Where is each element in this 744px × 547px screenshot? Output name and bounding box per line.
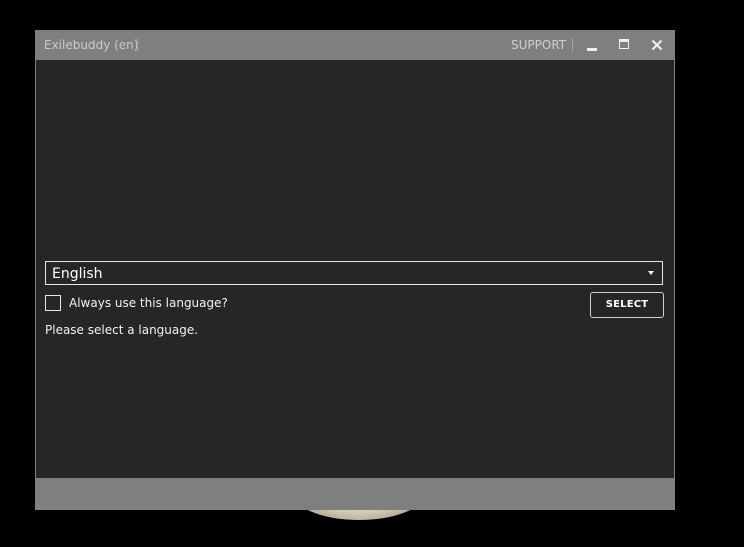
minimize-icon: [587, 48, 597, 51]
always-use-language-label[interactable]: Always use this language?: [69, 296, 228, 310]
title-separator: [137, 38, 138, 52]
maximize-button[interactable]: [611, 34, 637, 56]
status-message: Please select a language.: [45, 323, 199, 337]
language-dropdown[interactable]: English: [45, 261, 663, 285]
desktop: Exilebuddy (en) SUPPORT English Always u…: [0, 0, 744, 547]
title-bar[interactable]: Exilebuddy (en) SUPPORT: [35, 30, 675, 60]
window-title: Exilebuddy (en): [44, 38, 139, 52]
app-window: Exilebuddy (en) SUPPORT English Always u…: [35, 30, 675, 510]
close-icon: [651, 39, 663, 51]
maximize-icon: [619, 39, 629, 49]
support-link[interactable]: SUPPORT: [511, 38, 566, 52]
minimize-button[interactable]: [579, 34, 605, 56]
close-button[interactable]: [644, 34, 670, 56]
always-use-language-checkbox[interactable]: [45, 295, 61, 311]
status-bar: [35, 478, 675, 510]
chevron-down-icon: [648, 271, 654, 275]
content-area: English Always use this language? SELECT…: [36, 60, 674, 478]
support-separator: [572, 38, 573, 52]
language-selected-value: English: [52, 266, 103, 282]
select-button[interactable]: SELECT: [590, 292, 664, 318]
